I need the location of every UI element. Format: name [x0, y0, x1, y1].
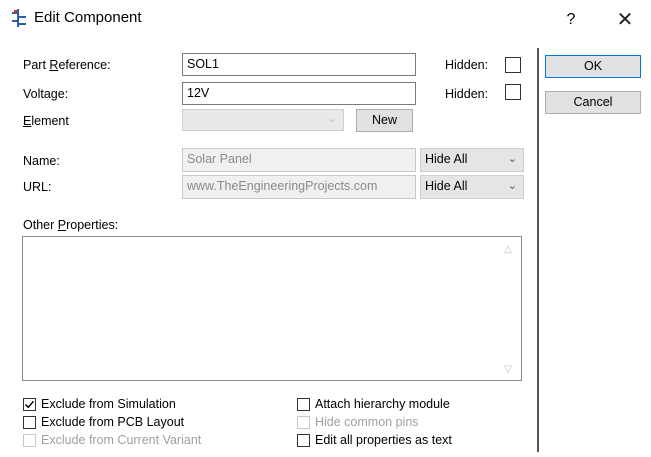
other-properties-scrollbar[interactable]: △ ▽ [497, 238, 519, 379]
part-reference-label: Part Reference: [23, 58, 111, 72]
check-icon [25, 400, 35, 409]
name-label: Name: [23, 154, 60, 168]
voltage-input[interactable]: 12V [182, 82, 416, 105]
url-label: URL: [23, 180, 52, 194]
exclude-variant-label: Exclude from Current Variant [41, 433, 202, 447]
hide-common-pins-checkbox[interactable] [297, 416, 310, 429]
separator [537, 48, 539, 452]
chevron-down-icon: ⌄ [507, 180, 517, 192]
attach-hierarchy-checkbox[interactable] [297, 398, 310, 411]
other-properties-textarea[interactable] [22, 236, 522, 381]
hide-common-pins-label: Hide common pins [315, 415, 419, 429]
cancel-button[interactable]: Cancel [545, 91, 641, 114]
part-reference-input[interactable]: SOL1 [182, 53, 416, 76]
close-button[interactable]: ✕ [605, 6, 645, 34]
help-button[interactable]: ? [556, 6, 586, 34]
edit-all-text-checkbox[interactable] [297, 434, 310, 447]
url-visibility-select[interactable]: Hide All ⌄ [420, 175, 524, 199]
voltage-label: Voltage: [23, 87, 69, 101]
exclude-pcb-checkbox[interactable] [23, 416, 36, 429]
component-icon [10, 8, 28, 28]
name-input[interactable]: Solar Panel [182, 148, 416, 172]
attach-hierarchy-label: Attach hierarchy module [315, 397, 450, 411]
edit-all-text-label: Edit all properties as text [315, 433, 452, 447]
new-element-button[interactable]: New [356, 109, 413, 132]
scroll-down-icon[interactable]: ▽ [497, 364, 519, 375]
ok-button[interactable]: OK [545, 55, 641, 78]
element-label: Element [23, 114, 69, 128]
other-properties-label: Other Properties: [23, 218, 119, 232]
exclude-simulation-checkbox[interactable] [23, 398, 36, 411]
chevron-down-icon: ⌄ [327, 113, 337, 125]
exclude-variant-checkbox[interactable] [23, 434, 36, 447]
part-reference-hidden-label: Hidden: [445, 58, 489, 72]
scroll-up-icon[interactable]: △ [497, 244, 519, 255]
voltage-hidden-checkbox[interactable] [505, 84, 521, 100]
exclude-pcb-label: Exclude from PCB Layout [41, 415, 185, 429]
url-input[interactable]: www.TheEngineeringProjects.com [182, 175, 416, 199]
chevron-down-icon: ⌄ [507, 153, 517, 165]
window-title: Edit Component [34, 9, 142, 26]
part-reference-hidden-checkbox[interactable] [505, 57, 521, 73]
name-visibility-select[interactable]: Hide All ⌄ [420, 148, 524, 172]
element-select[interactable]: ⌄ [182, 109, 344, 131]
exclude-simulation-label: Exclude from Simulation [41, 397, 176, 411]
voltage-hidden-label: Hidden: [445, 87, 489, 101]
